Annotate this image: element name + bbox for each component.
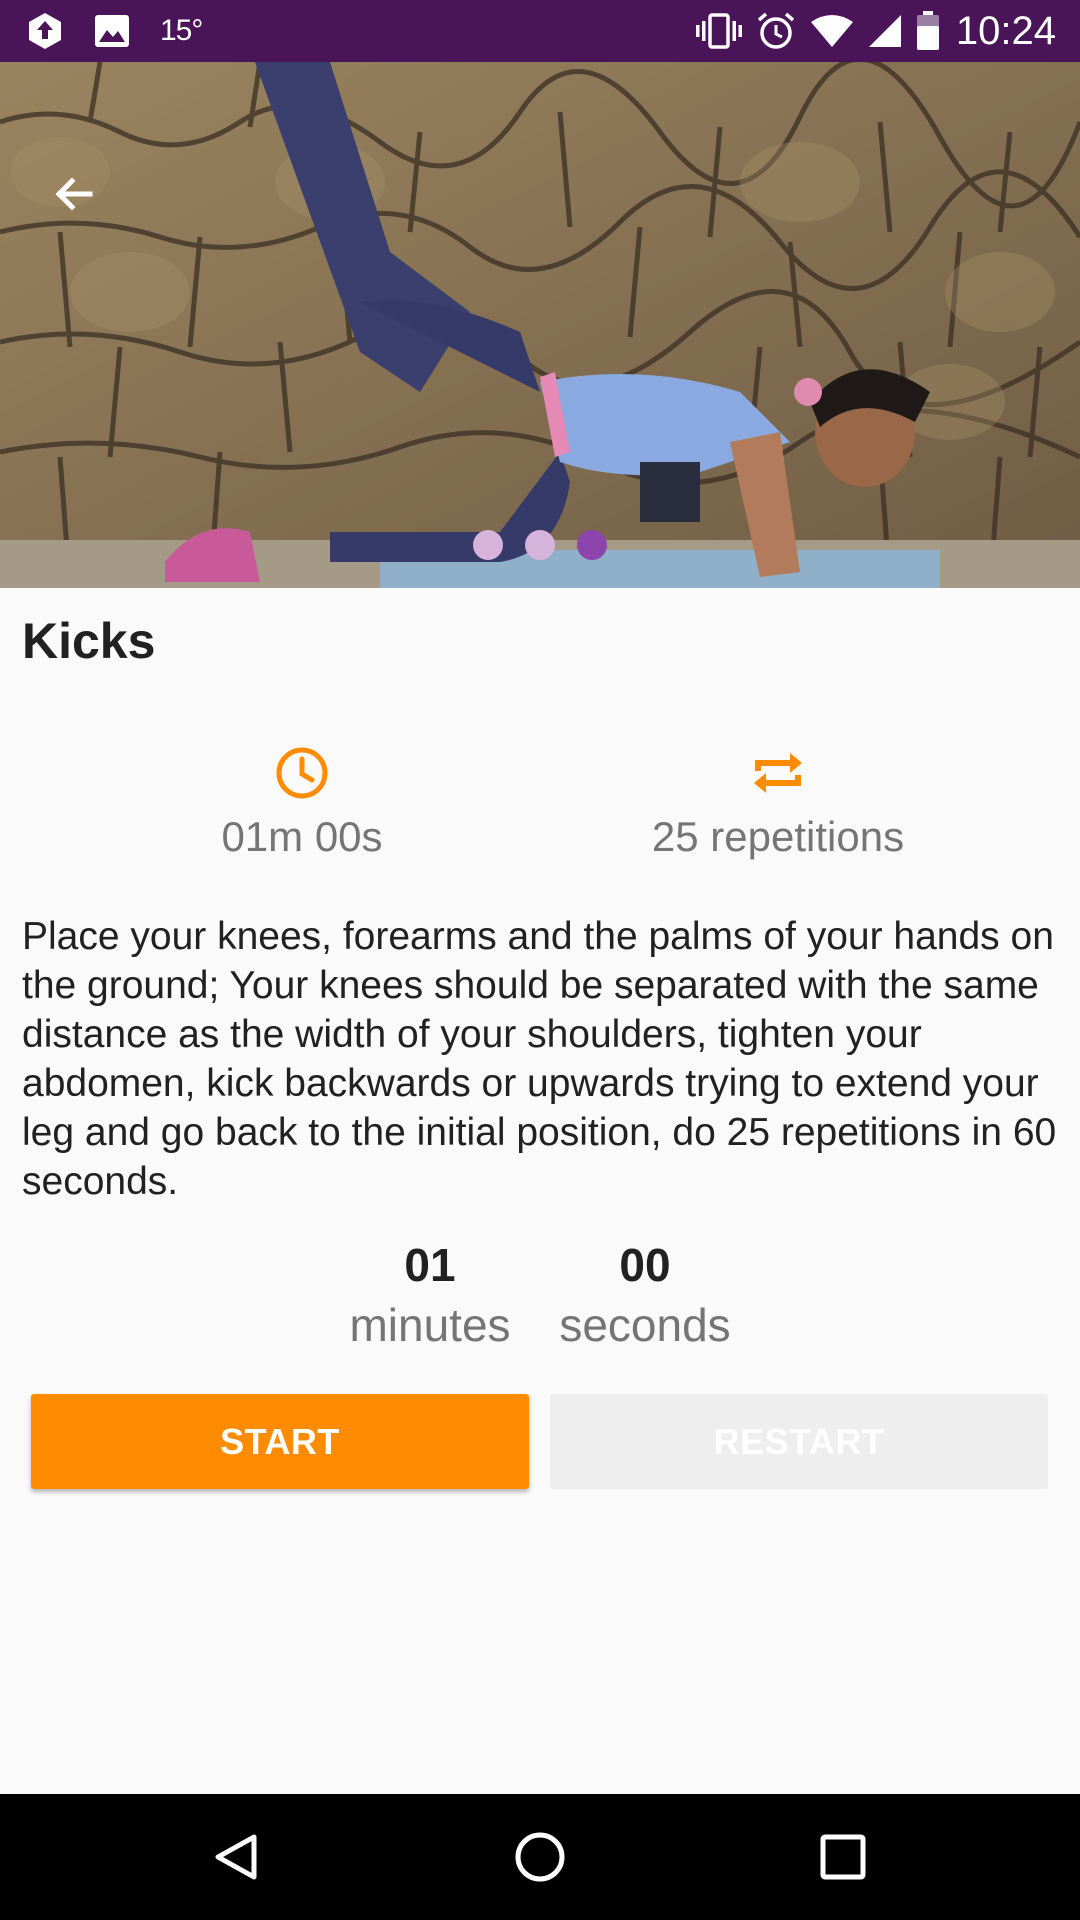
timer-seconds-value: 00 [619,1239,671,1291]
temperature-text: 15° [160,14,203,47]
clock-time: 10:24 [955,8,1056,53]
alarm-icon [756,11,796,51]
nav-back-button[interactable] [196,1817,276,1897]
signal-icon [868,14,902,48]
nav-back-icon [215,1834,257,1880]
carousel-dot-active[interactable] [577,530,607,560]
nav-home-button[interactable] [500,1817,580,1897]
navigation-bar [0,1794,1080,1920]
repetitions-value: 25 repetitions [651,813,905,860]
wifi-icon [810,14,854,48]
restart-button[interactable]: RESTART [550,1394,1048,1489]
carousel-indicator [0,530,1080,560]
arrow-left-icon [55,177,93,211]
back-button[interactable] [38,158,110,230]
status-bar-left: 15° [26,0,203,62]
timer-seconds-label: seconds [559,1299,731,1351]
exercise-image[interactable] [0,62,1080,588]
timer-minutes-label: minutes [349,1299,511,1351]
status-bar: 15° 10:24 [0,0,1080,62]
upload-notification-icon [26,11,64,51]
exercise-photo [0,62,1080,588]
repeat-icon [754,753,802,793]
start-button[interactable]: START [31,1394,529,1489]
status-bar-right: 10:24 [682,0,1056,62]
carousel-dot[interactable] [525,530,555,560]
nav-recents-icon [820,1834,866,1880]
duration-value: 01m 00s [221,813,383,860]
battery-icon [916,11,940,51]
image-notification-icon [94,14,130,48]
timer-minutes-value: 01 [404,1239,456,1291]
exercise-description: Place your knees, forearms and the palms… [22,915,1057,1203]
vibrate-icon [695,12,742,50]
exercise-title: Kicks [22,613,156,669]
carousel-dot[interactable] [473,530,503,560]
nav-home-icon [515,1832,565,1882]
nav-recents-button[interactable] [803,1817,883,1897]
timer-seconds: 00 seconds [545,1238,745,1352]
repetitions-stat: 25 repetitions [568,745,988,861]
duration-stat: 01m 00s [92,745,512,861]
timer-minutes: 01 minutes [330,1238,530,1352]
clock-icon [276,747,328,799]
